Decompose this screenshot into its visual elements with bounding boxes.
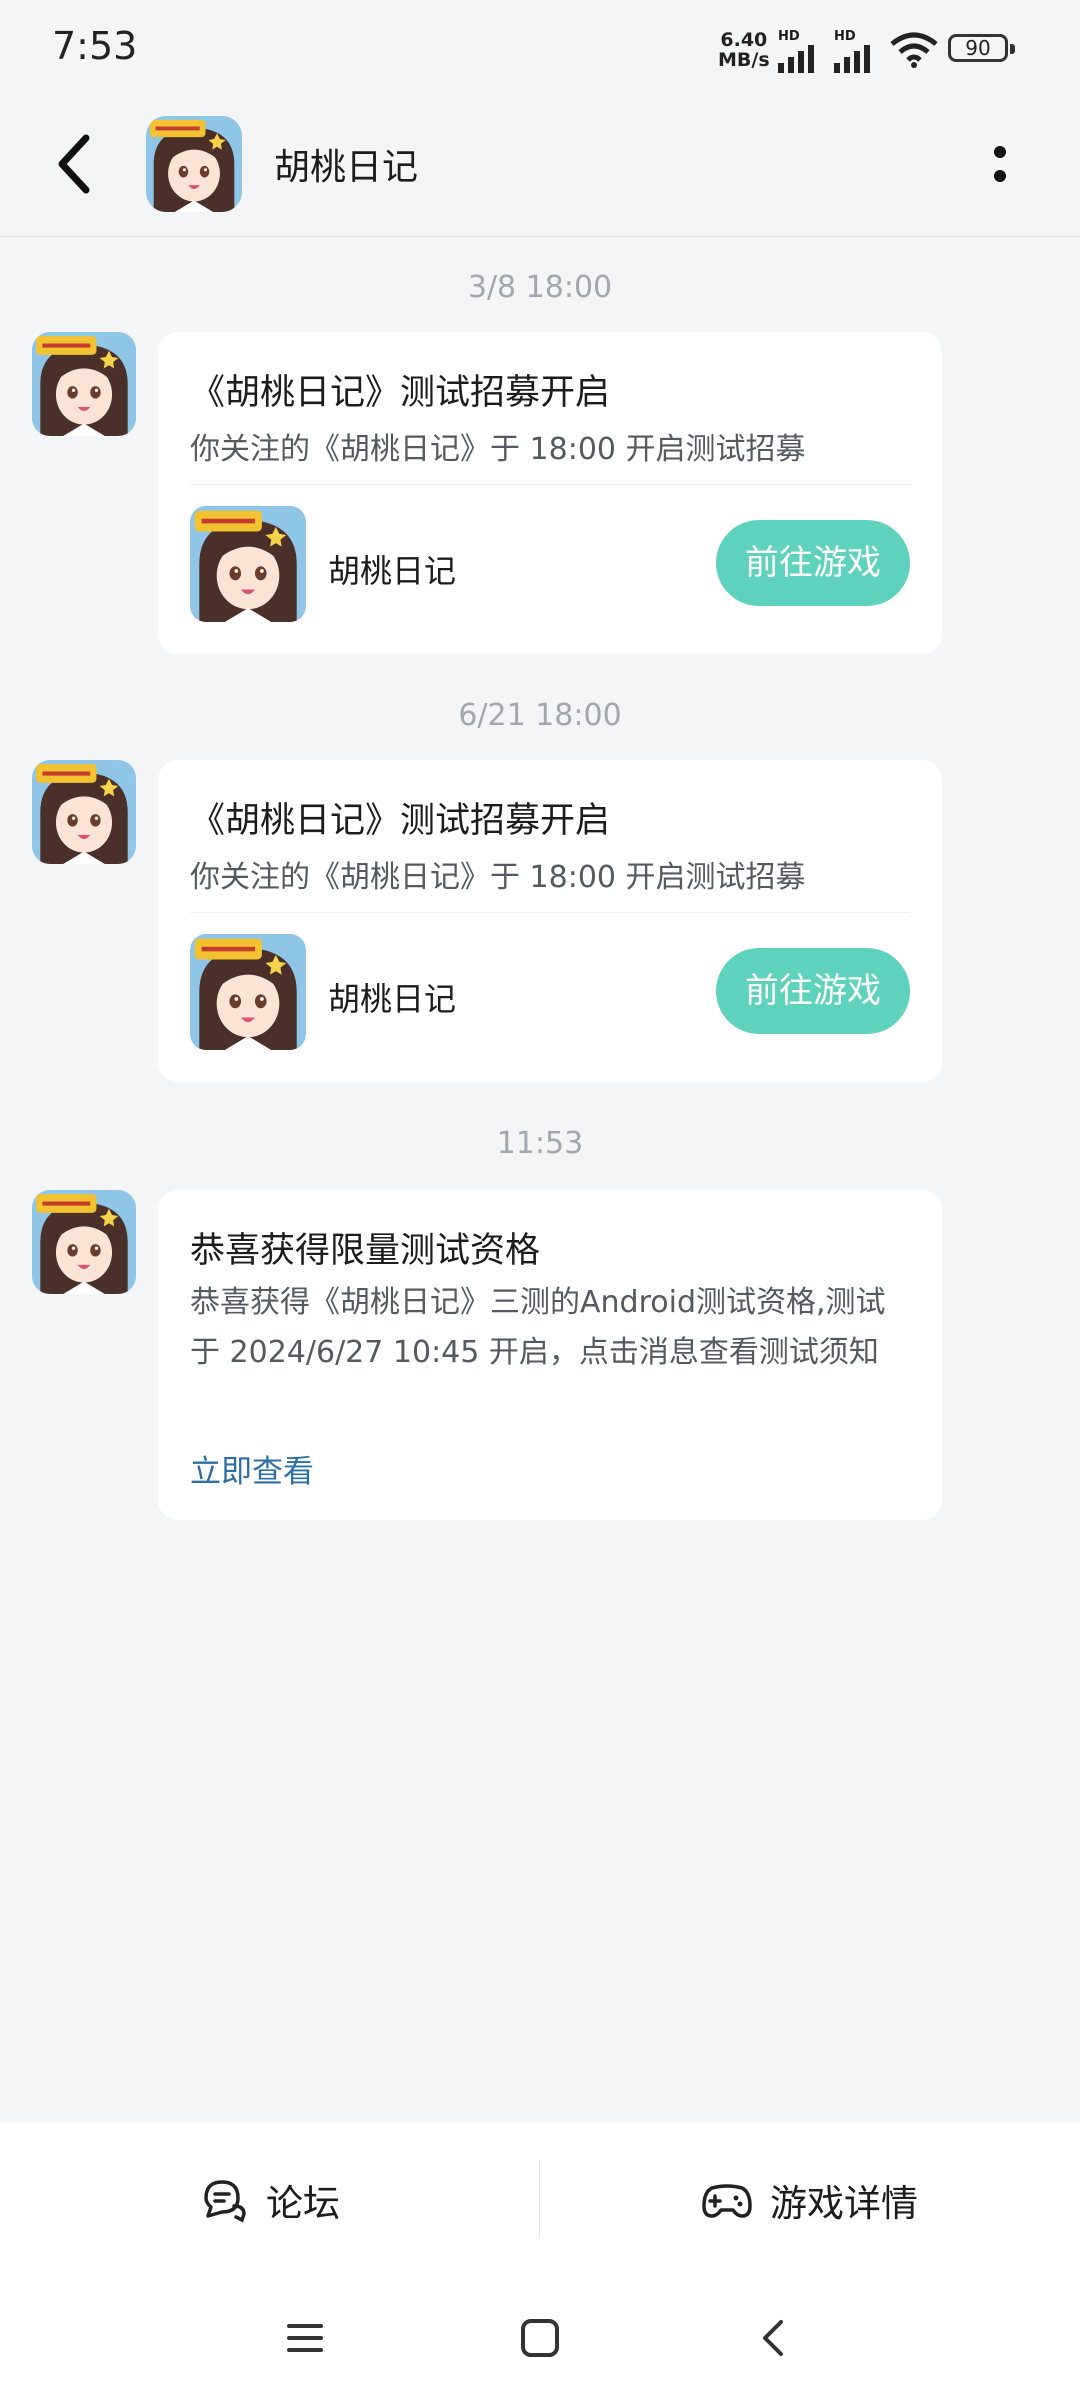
message-timestamp: 3/8 18:00 xyxy=(467,270,613,305)
bottom-action-bar: 论坛 游戏详情 xyxy=(0,2122,1080,2278)
wifi-icon xyxy=(890,32,938,68)
more-options-button[interactable] xyxy=(980,130,1020,200)
message-title: 《胡桃日记》测试招募开启 xyxy=(190,801,611,841)
game-name: 胡桃日记 xyxy=(328,552,457,590)
view-now-link[interactable]: 立即查看 xyxy=(190,1446,314,1491)
sender-avatar[interactable] xyxy=(32,1190,136,1294)
sender-avatar[interactable] xyxy=(32,760,136,864)
chat-bubbles-icon xyxy=(204,2180,246,2223)
gamepad-icon xyxy=(702,2184,752,2218)
status-bar: 7:53 6.40 MB/s HD HD 90 xyxy=(0,0,1080,100)
home-square-icon xyxy=(521,2319,559,2357)
system-navigation-bar xyxy=(0,2278,1080,2400)
message-timestamp: 11:53 xyxy=(496,1126,584,1161)
message-card[interactable]: 《胡桃日记》测试招募开启 你关注的《胡桃日记》于 18:00 开启测试招募 胡桃… xyxy=(158,760,942,1082)
message-description: 恭喜获得《胡桃日记》三测的Android测试资格,测试于 2024/6/27 1… xyxy=(190,1285,886,1370)
chat-header: 胡桃日记 xyxy=(0,100,1080,237)
system-back-button[interactable] xyxy=(745,2308,805,2368)
signal-icon: HD xyxy=(834,30,880,77)
message-title: 恭喜获得限量测试资格 xyxy=(190,1231,541,1271)
message-timestamp: 6/21 18:00 xyxy=(458,698,622,733)
avatar[interactable] xyxy=(146,116,242,212)
game-name: 胡桃日记 xyxy=(328,980,457,1018)
status-time: 7:53 xyxy=(52,24,138,68)
more-vertical-icon xyxy=(994,146,1006,182)
home-button[interactable] xyxy=(510,2308,570,2368)
hd-label: HD xyxy=(778,29,800,44)
chevron-left-icon xyxy=(763,2320,783,2356)
message-title: 《胡桃日记》测试招募开启 xyxy=(190,373,611,413)
menu-icon xyxy=(287,2324,323,2352)
network-speed-unit: MB/s xyxy=(718,49,770,71)
network-speed-value: 6.40 xyxy=(720,29,768,51)
message-card[interactable]: 恭喜获得限量测试资格 恭喜获得《胡桃日记》三测的Android测试资格,测试于 … xyxy=(158,1190,942,1520)
hd-label: HD xyxy=(834,29,856,44)
page-title: 胡桃日记 xyxy=(274,147,419,188)
signal-icon: HD xyxy=(778,30,824,77)
message-description: 你关注的《胡桃日记》于 18:00 开启测试招募 xyxy=(190,860,806,895)
divider xyxy=(190,912,910,913)
divider xyxy=(539,2160,540,2238)
go-to-game-button[interactable]: 前往游戏 xyxy=(716,520,910,606)
sender-avatar[interactable] xyxy=(32,332,136,436)
message-card[interactable]: 《胡桃日记》测试招募开启 你关注的《胡桃日记》于 18:00 开启测试招募 胡桃… xyxy=(158,332,942,654)
network-speed: 6.40 MB/s xyxy=(718,30,770,70)
battery-indicator: 90 xyxy=(948,34,1015,62)
game-details-button[interactable]: 游戏详情 xyxy=(702,2170,918,2230)
message-description: 你关注的《胡桃日记》于 18:00 开启测试招募 xyxy=(190,432,806,467)
game-icon[interactable] xyxy=(190,934,306,1050)
chevron-left-icon xyxy=(58,134,90,194)
forum-button[interactable]: 论坛 xyxy=(200,2170,340,2230)
go-to-game-button[interactable]: 前往游戏 xyxy=(716,948,910,1034)
game-details-label: 游戏详情 xyxy=(770,2182,918,2225)
forum-label: 论坛 xyxy=(266,2182,340,2225)
game-icon[interactable] xyxy=(190,506,306,622)
divider xyxy=(190,484,910,485)
recent-apps-button[interactable] xyxy=(275,2308,335,2368)
back-button[interactable] xyxy=(48,126,108,202)
